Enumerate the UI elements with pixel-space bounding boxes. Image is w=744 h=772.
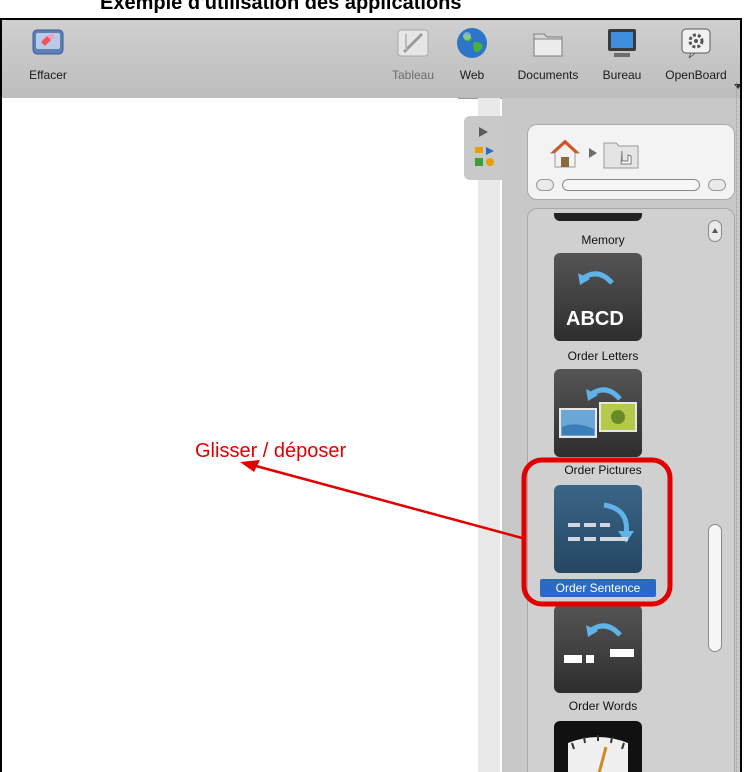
highlight-box [521,457,673,607]
top-strip: Exemple d'utilisation des applications [0,0,744,20]
openboard-window: Effacer Tableau Web Documents Bureau Ope… [0,18,742,772]
drag-annotation: Glisser / déposer [195,440,347,462]
drag-arrow [255,464,523,540]
annotation-overlay [240,457,673,607]
dotted-separator [736,82,737,772]
page-title: Exemple d'utilisation des applications [100,0,462,14]
